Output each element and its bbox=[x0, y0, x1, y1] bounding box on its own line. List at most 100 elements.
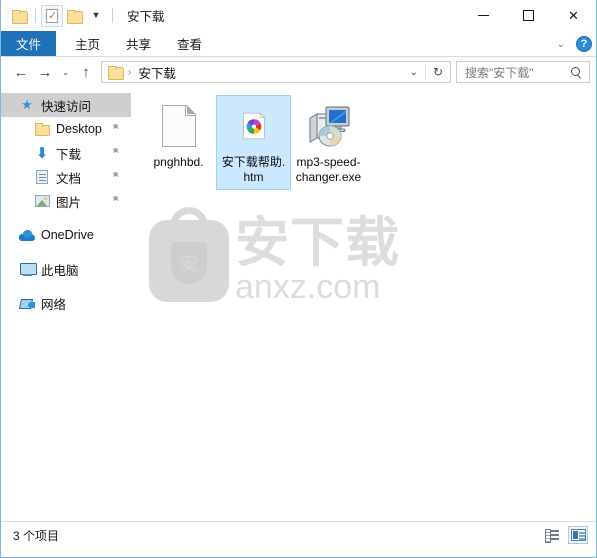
watermark: 安 安下载 anxz.com bbox=[149, 206, 400, 307]
refresh-icon[interactable]: ↻ bbox=[424, 65, 450, 79]
documents-icon bbox=[34, 169, 50, 185]
tab-share[interactable]: 共享 bbox=[113, 31, 164, 56]
sidebar-item-label: OneDrive bbox=[41, 228, 94, 242]
sidebar-item-pictures[interactable]: 图片 ✦ bbox=[1, 189, 131, 213]
ribbon-right-controls: ⌄ ? bbox=[553, 31, 592, 57]
recent-locations-button[interactable]: ⌄ bbox=[57, 60, 74, 84]
breadcrumb-right-controls: ⌄ ↻ bbox=[403, 62, 450, 82]
close-icon: ✕ bbox=[568, 7, 579, 23]
file-item-pnghhbd[interactable]: pnghhbd. bbox=[141, 95, 216, 176]
sidebar-item-quick-access[interactable]: ★ 快速访问 bbox=[1, 93, 131, 117]
sidebar-item-label: 快速访问 bbox=[41, 99, 92, 114]
breadcrumb-folder-icon bbox=[108, 66, 124, 80]
computer-icon bbox=[19, 261, 37, 277]
file-grid: pnghhbd. 安下载帮助.htm mp3-speed-changer.exe bbox=[141, 95, 596, 190]
watermark-cn-text: 安下载 bbox=[235, 211, 400, 274]
sidebar-item-label: 网络 bbox=[41, 297, 67, 312]
qat-new-folder-button[interactable] bbox=[63, 5, 85, 27]
ribbon-tab-bar: 文件 主页 共享 查看 ⌄ ? bbox=[1, 31, 596, 57]
file-list-pane[interactable]: pnghhbd. 安下载帮助.htm mp3-speed-changer.exe… bbox=[131, 87, 596, 521]
qat-separator-2 bbox=[112, 8, 113, 23]
item-count-label: 3 个项目 bbox=[13, 528, 60, 543]
file-item-anxiazai-help-htm[interactable]: 安下载帮助.htm bbox=[216, 95, 291, 190]
bag-handle-shape bbox=[170, 206, 208, 233]
sidebar-item-onedrive[interactable]: OneDrive bbox=[1, 223, 131, 247]
file-label: mp3-speed-changer.exe bbox=[295, 155, 362, 184]
search-icon bbox=[571, 66, 582, 78]
pin-icon[interactable]: ✦ bbox=[108, 168, 125, 185]
help-icon[interactable]: ? bbox=[576, 36, 592, 52]
sidebar-item-label: 图片 bbox=[56, 195, 82, 210]
explorer-body: ★ 快速访问 Desktop ✦ ⬇ 下载 ✦ 文档 ✦ 图片 ✦ OneDri… bbox=[1, 87, 596, 521]
breadcrumb-separator: › bbox=[128, 66, 132, 78]
expand-ribbon-icon[interactable]: ⌄ bbox=[553, 39, 569, 50]
qat-separator bbox=[35, 8, 36, 23]
sidebar-item-label: 下载 bbox=[56, 147, 82, 162]
back-button[interactable]: ← bbox=[9, 60, 33, 84]
up-button[interactable]: ↑ bbox=[74, 60, 98, 84]
download-icon: ⬇ bbox=[35, 144, 49, 162]
minimize-button[interactable] bbox=[461, 0, 506, 31]
customize-dropdown-icon: ▼ bbox=[91, 10, 101, 20]
html-pinwheel-icon bbox=[230, 102, 278, 150]
properties-icon bbox=[46, 8, 58, 23]
watermark-en-text: anxz.com bbox=[235, 268, 381, 307]
breadcrumb[interactable]: › 安下载 ⌄ ↻ bbox=[101, 61, 451, 83]
minimize-icon bbox=[478, 15, 489, 16]
navigation-pane: ★ 快速访问 Desktop ✦ ⬇ 下载 ✦ 文档 ✦ 图片 ✦ OneDri… bbox=[1, 87, 131, 521]
file-label: 安下载帮助.htm bbox=[221, 155, 286, 184]
pin-icon[interactable]: ✦ bbox=[108, 144, 125, 161]
qat-customize-button[interactable]: ▼ bbox=[85, 5, 107, 27]
window-title: 安下载 bbox=[127, 10, 165, 24]
pin-icon[interactable]: ✦ bbox=[108, 192, 125, 209]
close-button[interactable]: ✕ bbox=[551, 0, 596, 31]
pictures-icon bbox=[34, 193, 50, 209]
forward-button[interactable]: → bbox=[33, 60, 57, 84]
tab-file[interactable]: 文件 bbox=[1, 31, 57, 56]
breadcrumb-dropdown-icon[interactable]: ⌄ bbox=[403, 67, 425, 78]
sidebar-item-label: 此电脑 bbox=[41, 263, 79, 278]
status-bar: 3 个项目 bbox=[1, 521, 596, 548]
pin-icon[interactable]: ✦ bbox=[108, 120, 125, 137]
star-icon: ★ bbox=[21, 97, 33, 112]
maximize-icon bbox=[523, 10, 534, 21]
file-explorer-window: ▼ 安下载 ✕ 文件 主页 共享 查看 ⌄ ? ← → bbox=[0, 0, 597, 558]
watermark-text: 安下载 anxz.com bbox=[235, 211, 400, 307]
search-input[interactable]: 搜索"安下载" bbox=[456, 61, 590, 83]
folder-icon bbox=[11, 9, 28, 24]
breadcrumb-path[interactable]: 安下载 bbox=[138, 63, 176, 82]
sidebar-item-label: 文档 bbox=[56, 171, 82, 186]
address-bar: ← → ⌄ ↑ › 安下载 ⌄ ↻ 搜索"安下载" bbox=[1, 57, 596, 87]
search-placeholder: 搜索"安下载" bbox=[465, 65, 534, 80]
sidebar-item-network[interactable]: 网络 bbox=[1, 291, 131, 315]
sidebar-item-documents[interactable]: 文档 ✦ bbox=[1, 165, 131, 189]
quick-access-toolbar: ▼ bbox=[8, 4, 118, 28]
cloud-icon bbox=[19, 227, 35, 243]
details-view-button[interactable] bbox=[542, 526, 562, 544]
watermark-bag-logo: 安 bbox=[149, 206, 229, 302]
sidebar-item-desktop[interactable]: Desktop ✦ bbox=[1, 117, 131, 141]
sidebar-item-label: Desktop bbox=[56, 122, 102, 136]
sidebar-item-downloads[interactable]: ⬇ 下载 ✦ bbox=[1, 141, 131, 165]
title-bar: ▼ 安下载 ✕ bbox=[1, 0, 596, 31]
view-mode-buttons bbox=[542, 526, 588, 544]
tab-view[interactable]: 查看 bbox=[164, 31, 215, 56]
new-folder-icon bbox=[66, 9, 83, 24]
large-icons-view-icon bbox=[570, 529, 586, 541]
qat-properties-button[interactable] bbox=[41, 4, 63, 27]
network-icon bbox=[19, 295, 35, 311]
folder-icon bbox=[34, 121, 50, 137]
maximize-button[interactable] bbox=[506, 0, 551, 31]
blank-document-icon bbox=[155, 102, 203, 150]
file-item-mp3-speed-changer-exe[interactable]: mp3-speed-changer.exe bbox=[291, 95, 366, 190]
watermark-logo-char: 安 bbox=[171, 241, 207, 284]
file-label: pnghhbd. bbox=[153, 155, 204, 169]
details-view-icon bbox=[545, 529, 559, 543]
sidebar-item-this-pc[interactable]: 此电脑 bbox=[1, 257, 131, 281]
tab-home[interactable]: 主页 bbox=[62, 31, 113, 56]
qat-folder-button[interactable] bbox=[8, 5, 30, 27]
large-icons-view-button[interactable] bbox=[568, 526, 588, 544]
